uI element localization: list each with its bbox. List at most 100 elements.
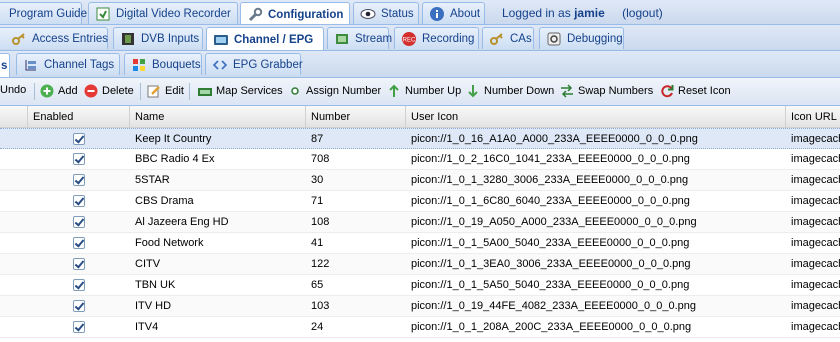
- tab-recording[interactable]: REC Recording: [394, 27, 479, 49]
- undo-label: Undo: [0, 84, 27, 96]
- channel-icon-url: imagecach: [791, 153, 840, 165]
- table-row[interactable]: CITV 122 picon://1_0_1_3EA0_3006_233A_EE…: [0, 254, 840, 275]
- map-services-icon: [198, 84, 212, 98]
- table-row[interactable]: Al Jazeera Eng HD 108 picon://1_0_19_A05…: [0, 212, 840, 233]
- table-row[interactable]: ITV HD 103 picon://1_0_19_44FE_4082_233A…: [0, 296, 840, 317]
- tab-label: EPG Grabber: [233, 58, 303, 71]
- table-row[interactable]: Keep It Country 87 picon://1_0_16_A1A0_A…: [0, 128, 840, 149]
- tab-about[interactable]: About: [422, 2, 485, 24]
- tab-epg-grabber[interactable]: EPG Grabber: [205, 53, 303, 75]
- rec-icon: REC: [401, 31, 417, 47]
- add-button[interactable]: Add: [40, 84, 78, 98]
- channel-name: TBN UK: [135, 279, 176, 291]
- channel-number: 103: [311, 300, 330, 312]
- sub-tabbar: s Channel Tags Bouquets EPG Grabber: [0, 51, 840, 78]
- channel-icon-url: imagecach: [791, 174, 840, 186]
- channel-user-icon: picon://1_0_1_5A50_5040_233A_EEEE0000_0_…: [411, 279, 690, 291]
- tab-configuration[interactable]: Configuration: [240, 2, 350, 24]
- table-row[interactable]: 5STAR 30 picon://1_0_1_3280_3006_233A_EE…: [0, 170, 840, 191]
- delete-label: Delete: [102, 85, 134, 97]
- reset-icon-button[interactable]: Reset Icon: [660, 84, 731, 98]
- edit-button[interactable]: Edit: [147, 84, 184, 98]
- stream-icon: [334, 31, 350, 47]
- table-row[interactable]: CBS Drama 71 picon://1_0_1_6C80_6040_233…: [0, 191, 840, 212]
- table-row[interactable]: TBN UK 65 picon://1_0_1_5A50_5040_233A_E…: [0, 275, 840, 296]
- channel-user-icon: picon://1_0_2_16C0_1041_233A_EEEE0000_0_…: [411, 153, 690, 165]
- tab-channel-epg[interactable]: Channel / EPG: [206, 27, 324, 50]
- tab-label: Configuration: [268, 8, 344, 21]
- number-down-button[interactable]: Number Down: [466, 84, 554, 98]
- table-row[interactable]: BBC Radio 4 Ex 708 picon://1_0_2_16C0_10…: [0, 149, 840, 170]
- tab-label: Stream: [355, 32, 393, 45]
- table-row[interactable]: ITV4 24 picon://1_0_1_208A_200C_233A_EEE…: [0, 317, 840, 338]
- tab-cas[interactable]: CAs: [482, 27, 534, 49]
- tab-dvr[interactable]: Digital Video Recorder: [88, 2, 238, 24]
- tags-icon: [23, 57, 39, 73]
- column-header-enabled[interactable]: Enabled: [27, 106, 129, 128]
- code-icon: [212, 57, 228, 73]
- tab-label: Channel / EPG: [234, 33, 314, 46]
- enabled-checkbox[interactable]: [73, 174, 85, 186]
- tab-status[interactable]: Status: [353, 2, 419, 24]
- enabled-checkbox[interactable]: [73, 279, 85, 291]
- channel-number: 24: [311, 321, 324, 333]
- enabled-checkbox[interactable]: [73, 133, 85, 145]
- config-tabbar: Access Entries DVB Inputs Channel / EPG …: [0, 25, 840, 51]
- number-up-button[interactable]: Number Up: [387, 84, 461, 98]
- assign-number-button[interactable]: Assign Number: [288, 84, 381, 98]
- enabled-checkbox[interactable]: [73, 153, 85, 165]
- table-row[interactable]: Food Network 41 picon://1_0_1_5A00_5040_…: [0, 233, 840, 254]
- toolbar-divider: [140, 83, 141, 100]
- channel-user-icon: picon://1_0_1_3280_3006_233A_EEEE0000_0_…: [411, 174, 689, 186]
- column-header-name[interactable]: Name: [129, 106, 305, 128]
- map-services-button[interactable]: Map Services: [198, 84, 283, 98]
- channel-name: CITV: [135, 258, 161, 270]
- column-header-icon-url[interactable]: Icon URL: [785, 106, 840, 128]
- edit-icon: [147, 84, 161, 98]
- tab-debugging[interactable]: Debugging: [539, 27, 624, 49]
- channel-name: ITV4: [135, 321, 159, 333]
- channel-user-icon: picon://1_0_1_5A00_5040_233A_EEEE0000_0_…: [411, 237, 690, 249]
- tab-label: Digital Video Recorder: [116, 7, 231, 20]
- tab-bouquets[interactable]: Bouquets: [124, 53, 202, 75]
- reset-icon-label: Reset Icon: [678, 85, 731, 97]
- add-icon: [40, 84, 54, 98]
- swap-numbers-button[interactable]: Swap Numbers: [560, 84, 653, 98]
- swap-icon: [560, 84, 574, 98]
- dot-icon: [288, 84, 302, 98]
- channel-number: 65: [311, 279, 324, 291]
- tab-dvb-inputs[interactable]: DVB Inputs: [113, 27, 203, 49]
- enabled-checkbox[interactable]: [73, 258, 85, 270]
- tab-program-guide[interactable]: Program Guide: [0, 2, 87, 24]
- tab-label: Recording: [422, 32, 475, 45]
- tab-label: Channel Tags: [44, 58, 115, 71]
- channel-icon-url: imagecach: [791, 133, 840, 145]
- assign-number-label: Assign Number: [306, 85, 382, 97]
- swap-numbers-label: Swap Numbers: [578, 85, 654, 97]
- edit-label: Edit: [165, 85, 184, 97]
- undo-button[interactable]: Undo: [0, 84, 26, 96]
- grid-toolbar: Undo Add Delete Edit Map Services Assign…: [0, 78, 840, 106]
- delete-icon: [84, 84, 98, 98]
- channel-name: 5STAR: [135, 174, 170, 186]
- enabled-checkbox[interactable]: [73, 300, 85, 312]
- tab-channels[interactable]: s: [0, 53, 10, 77]
- tab-label: Bouquets: [152, 58, 201, 71]
- delete-button[interactable]: Delete: [84, 84, 134, 98]
- channel-number: 708: [311, 153, 330, 165]
- tab-access-entries[interactable]: Access Entries: [0, 27, 108, 49]
- enabled-checkbox[interactable]: [73, 237, 85, 249]
- enabled-checkbox[interactable]: [73, 216, 85, 228]
- tab-channel-tags[interactable]: Channel Tags: [16, 53, 120, 75]
- wrench-icon: [247, 7, 263, 23]
- arrow-up-icon: [387, 84, 401, 98]
- enabled-checkbox[interactable]: [73, 321, 85, 333]
- enabled-checkbox[interactable]: [73, 195, 85, 207]
- number-up-label: Number Up: [405, 85, 462, 97]
- column-header-user-icon[interactable]: User Icon: [405, 106, 785, 128]
- tab-label: About: [450, 7, 481, 20]
- tab-stream[interactable]: Stream: [327, 27, 393, 49]
- column-header-number[interactable]: Number: [305, 106, 405, 128]
- logout-link[interactable]: (logout): [622, 6, 663, 20]
- channel-icon-url: imagecach: [791, 321, 840, 333]
